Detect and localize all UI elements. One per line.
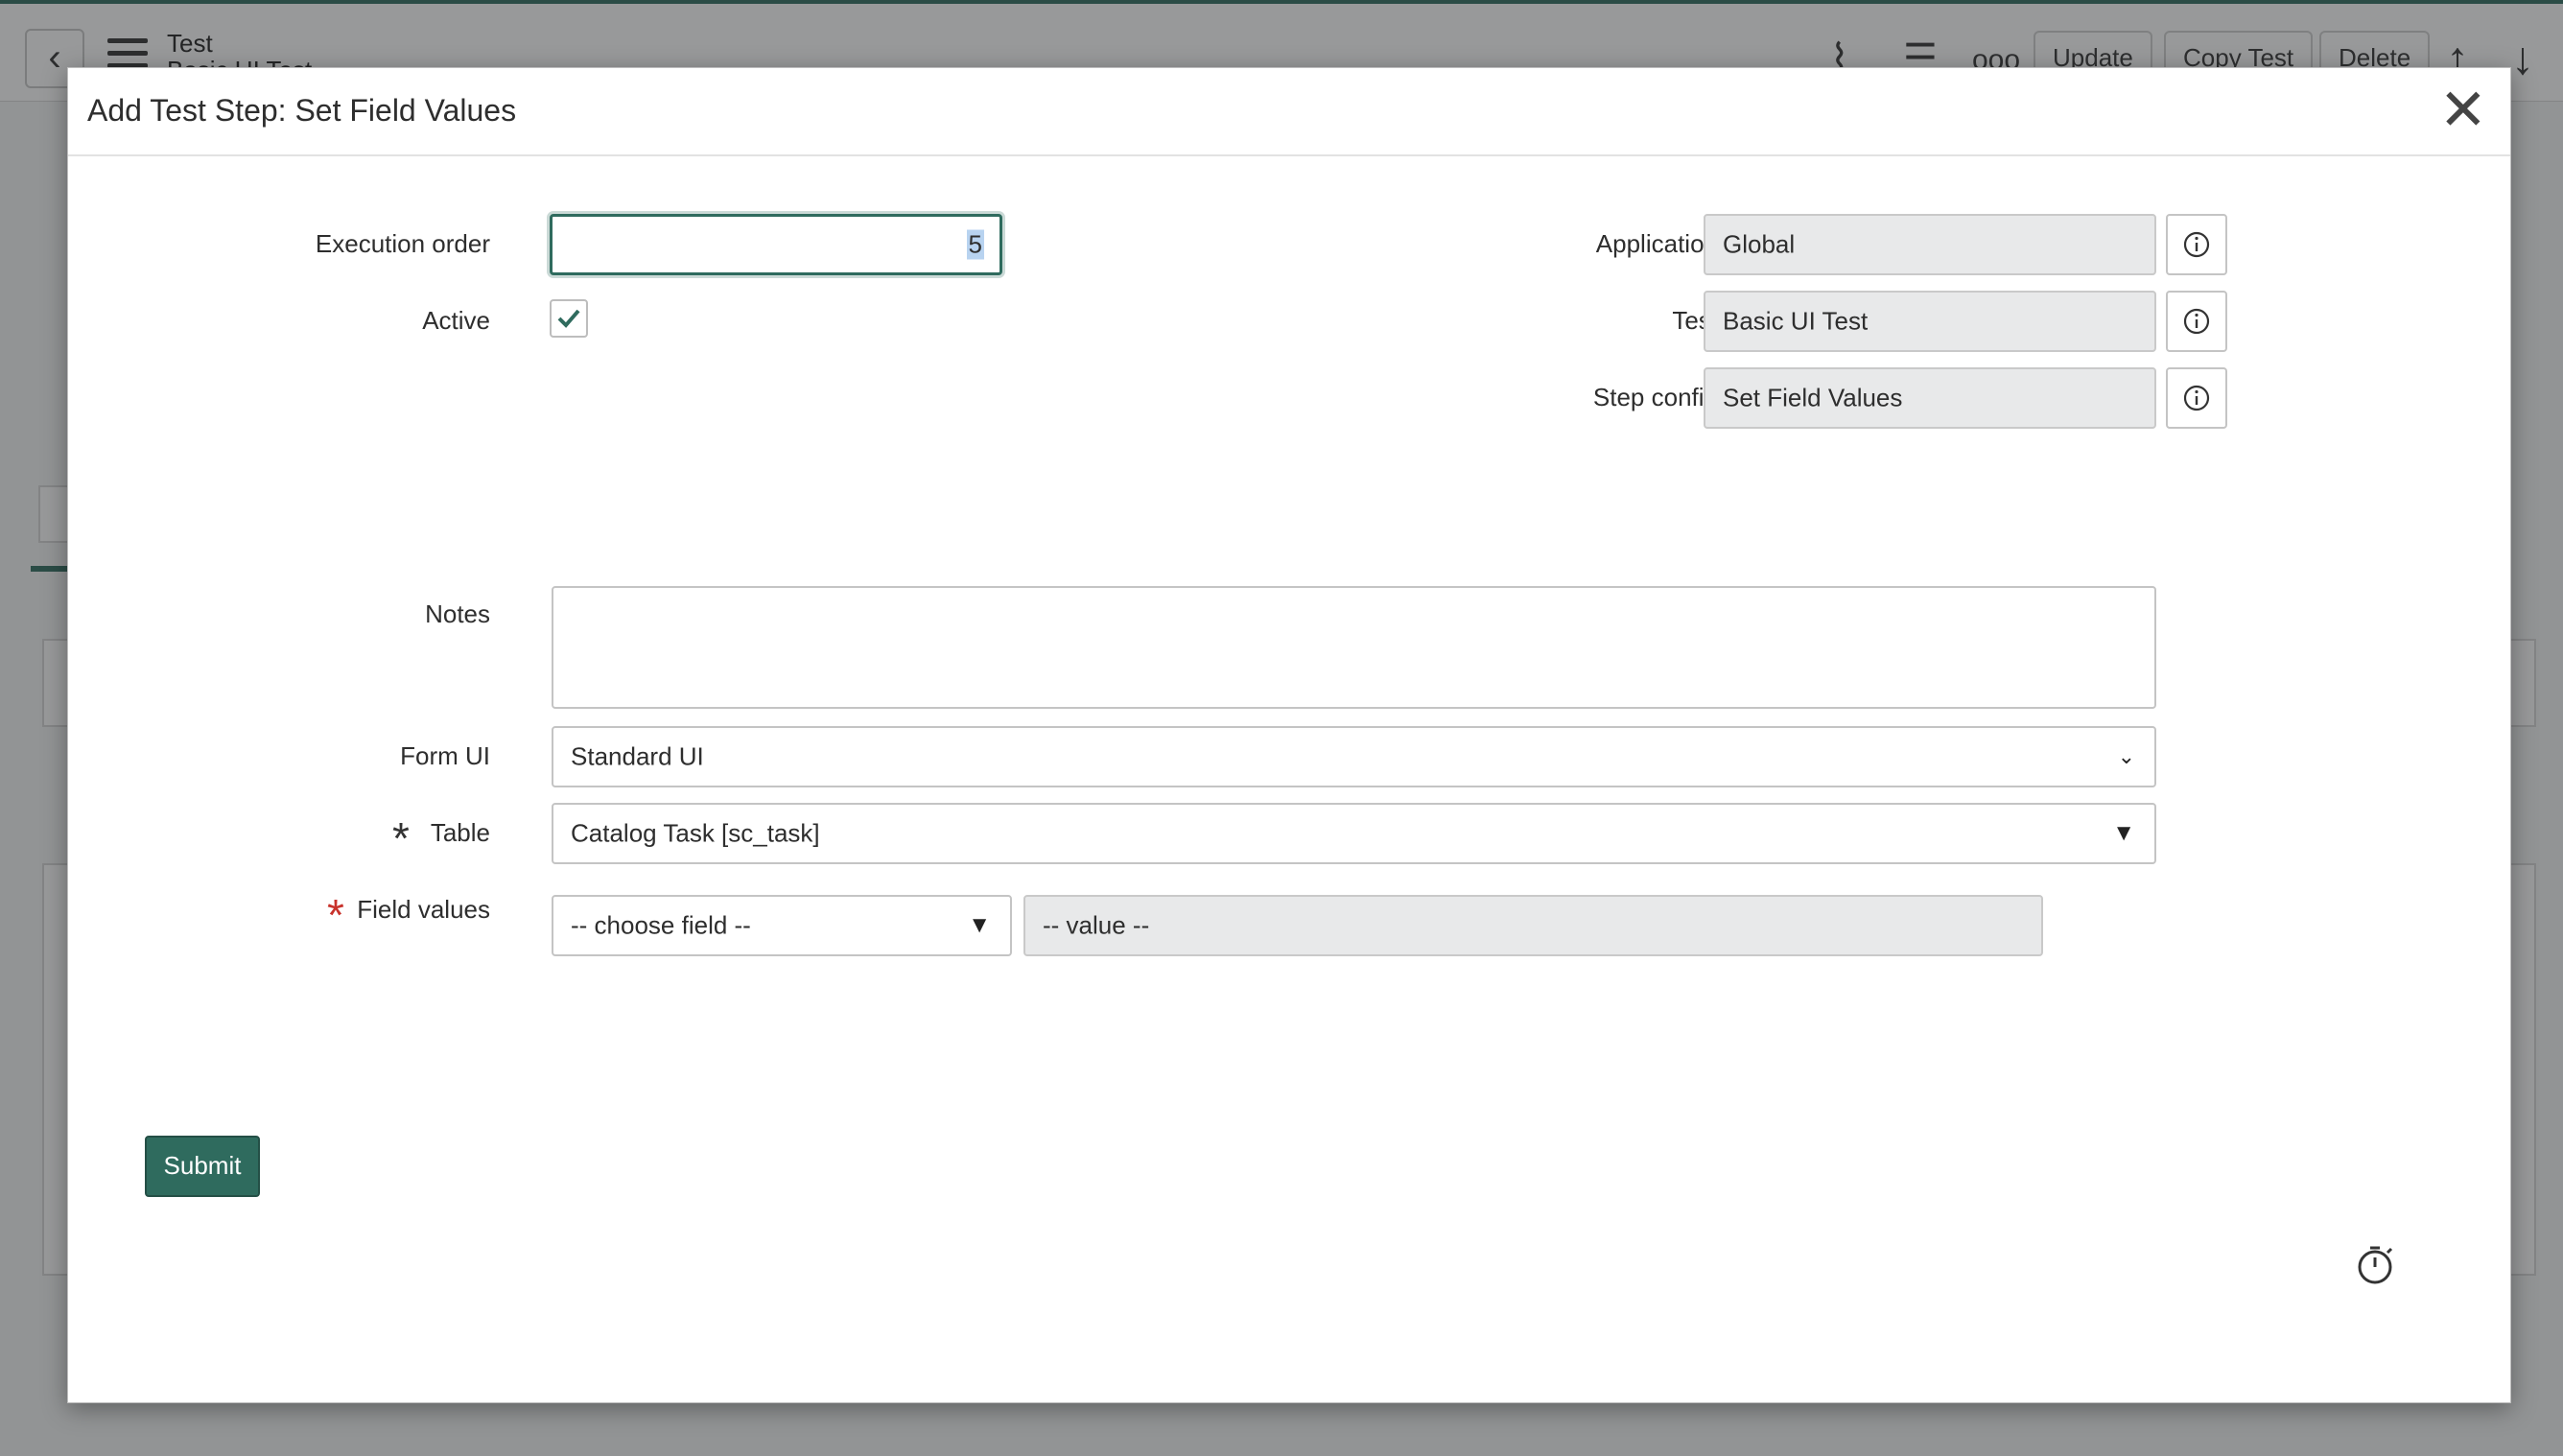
form-ui-value: Standard UI bbox=[571, 741, 704, 771]
notes-textarea[interactable] bbox=[552, 586, 2156, 709]
close-icon[interactable]: ✕ bbox=[2439, 82, 2487, 139]
field-value-placeholder: -- value -- bbox=[1043, 910, 1150, 940]
form-ui-label: Form UI bbox=[400, 741, 490, 770]
dialog-header: Add Test Step: Set Field Values ✕ bbox=[68, 68, 2510, 156]
active-checkbox[interactable] bbox=[550, 299, 588, 338]
execution-order-value: 5 bbox=[966, 229, 984, 260]
dialog-title: Add Test Step: Set Field Values bbox=[87, 93, 517, 128]
test-label: Test bbox=[1672, 306, 1718, 335]
execution-order-label: Execution order bbox=[315, 229, 490, 258]
form-ui-select[interactable]: Standard UI ⌄ bbox=[552, 726, 2156, 787]
checkmark-icon bbox=[557, 309, 580, 328]
test-value: Basic UI Test bbox=[1723, 306, 1869, 336]
step-config-info-button[interactable] bbox=[2166, 367, 2227, 429]
step-config-field: Set Field Values bbox=[1704, 367, 2156, 429]
application-label: Application bbox=[1595, 229, 1718, 258]
info-icon bbox=[2183, 385, 2210, 411]
info-icon bbox=[2183, 231, 2210, 258]
field-values-label: Field values bbox=[357, 895, 490, 924]
application-value: Global bbox=[1723, 229, 1796, 259]
dropdown-triangle-icon: ▼ bbox=[2112, 820, 2135, 846]
chevron-down-icon: ⌄ bbox=[2117, 744, 2135, 768]
info-icon bbox=[2183, 308, 2210, 335]
step-config-value: Set Field Values bbox=[1723, 383, 1903, 412]
application-info-button[interactable] bbox=[2166, 214, 2227, 275]
notes-label: Notes bbox=[425, 599, 490, 628]
field-value-input[interactable]: -- value -- bbox=[1023, 895, 2043, 956]
add-test-step-dialog: Add Test Step: Set Field Values ✕ Execut… bbox=[67, 67, 2511, 1403]
table-label: Table bbox=[430, 818, 490, 847]
execution-order-input[interactable]: 5 bbox=[550, 214, 1002, 275]
table-value: Catalog Task [sc_task] bbox=[571, 818, 820, 848]
table-reference-field[interactable]: Catalog Task [sc_task] ▼ bbox=[552, 803, 2156, 864]
dropdown-triangle-icon: ▼ bbox=[968, 912, 991, 938]
active-label: Active bbox=[422, 306, 490, 335]
test-field: Basic UI Test bbox=[1704, 291, 2156, 352]
stopwatch-icon[interactable] bbox=[2355, 1244, 2395, 1291]
test-info-button[interactable] bbox=[2166, 291, 2227, 352]
step-config-label: Step config bbox=[1592, 383, 1718, 411]
application-field: Global bbox=[1704, 214, 2156, 275]
choose-field-placeholder: -- choose field -- bbox=[571, 910, 751, 940]
choose-field-select[interactable]: -- choose field -- ▼ bbox=[552, 895, 1012, 956]
submit-button[interactable]: Submit bbox=[145, 1136, 260, 1197]
